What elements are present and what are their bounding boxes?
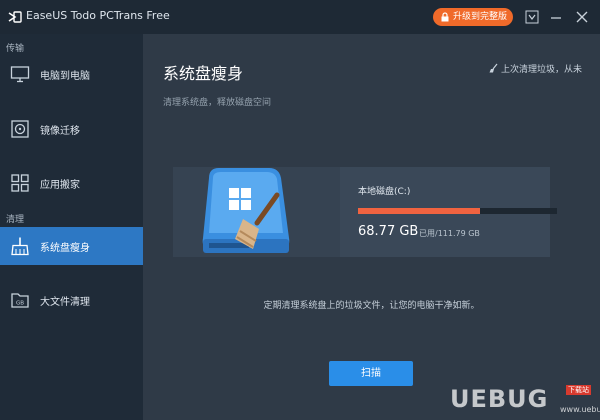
sidebar-item-label: 应用搬家 — [40, 180, 80, 191]
used-space: 68.77 GB — [358, 224, 419, 239]
drive-card: 本地磁盘(C:) 68.77 GB 已用/111.79 GB — [173, 167, 557, 257]
minimize-icon[interactable] — [548, 9, 564, 25]
large-file-icon: GB — [11, 293, 29, 308]
watermark: UEBUG 下载站 www.uebug.com — [450, 383, 600, 420]
sidebar-item-label: 镜像迁移 — [40, 126, 80, 137]
watermark-logo: UEBUG — [450, 385, 549, 413]
sidebar-item-label: 大文件清理 — [40, 297, 90, 308]
section-label-clean: 清理 — [6, 215, 25, 225]
upgrade-button[interactable]: 升级到完整版 — [433, 8, 513, 26]
app-title: EaseUS Todo PCTrans Free — [26, 9, 170, 22]
monitor-icon — [10, 66, 30, 83]
main-panel: 系统盘瘦身 上次清理垃圾，从未 清理系统盘，释放磁盘空间 本地磁盘(C:) 68… — [143, 34, 600, 420]
drive-cleanup-illustration-icon — [202, 168, 290, 253]
page-subtitle: 清理系统盘，释放磁盘空间 — [163, 98, 272, 108]
title-bar: EaseUS Todo PCTrans Free 升级到完整版 — [0, 0, 600, 34]
watermark-badge: 下载站 — [566, 385, 591, 395]
sidebar-item-label: 系统盘瘦身 — [40, 243, 90, 254]
disc-image-icon — [11, 120, 29, 138]
watermark-domain: www.uebug.com — [560, 405, 600, 414]
app-logo-icon — [8, 11, 22, 23]
sidebar-item-system-slim[interactable]: 系统盘瘦身 — [0, 227, 143, 265]
usage-bar-fill — [358, 208, 481, 214]
total-space: 已用/111.79 GB — [419, 229, 480, 238]
usage-bar — [358, 208, 557, 214]
apps-icon — [11, 174, 29, 192]
sidebar-item-label: 电脑到电脑 — [40, 71, 90, 82]
section-label-transfer: 传输 — [6, 44, 25, 54]
dropdown-menu-icon[interactable] — [524, 9, 540, 25]
sidebar-item-image-transfer[interactable]: 镜像迁移 — [0, 110, 143, 148]
scan-button[interactable]: 扫描 — [329, 361, 413, 386]
sidebar-item-pc-to-pc[interactable]: 电脑到电脑 — [0, 55, 143, 93]
broom-small-icon — [489, 63, 498, 73]
svg-text:GB: GB — [16, 301, 24, 307]
drive-info: 本地磁盘(C:) 68.77 GB 已用/111.79 GB — [340, 167, 557, 257]
last-clean-status: 上次清理垃圾，从未 — [489, 62, 582, 75]
close-icon[interactable] — [574, 9, 590, 25]
sidebar-item-large-file-cleanup[interactable]: GB 大文件清理 — [0, 281, 143, 319]
last-clean-text: 上次清理垃圾，从未 — [500, 65, 582, 75]
upgrade-label: 升级到完整版 — [453, 12, 508, 22]
sidebar-item-app-migration[interactable]: 应用搬家 — [0, 164, 143, 202]
drive-name: 本地磁盘(C:) — [358, 187, 411, 197]
page-title: 系统盘瘦身 — [163, 64, 244, 83]
sidebar: 传输 电脑到电脑 镜像迁移 应用搬家 清理 系统盘瘦身 GB 大文件清理 — [0, 34, 143, 420]
lock-icon — [441, 12, 449, 22]
broom-icon — [11, 237, 29, 256]
cleanup-hint: 定期清理系统盘上的垃圾文件，让您的电脑干净如新。 — [263, 301, 480, 311]
